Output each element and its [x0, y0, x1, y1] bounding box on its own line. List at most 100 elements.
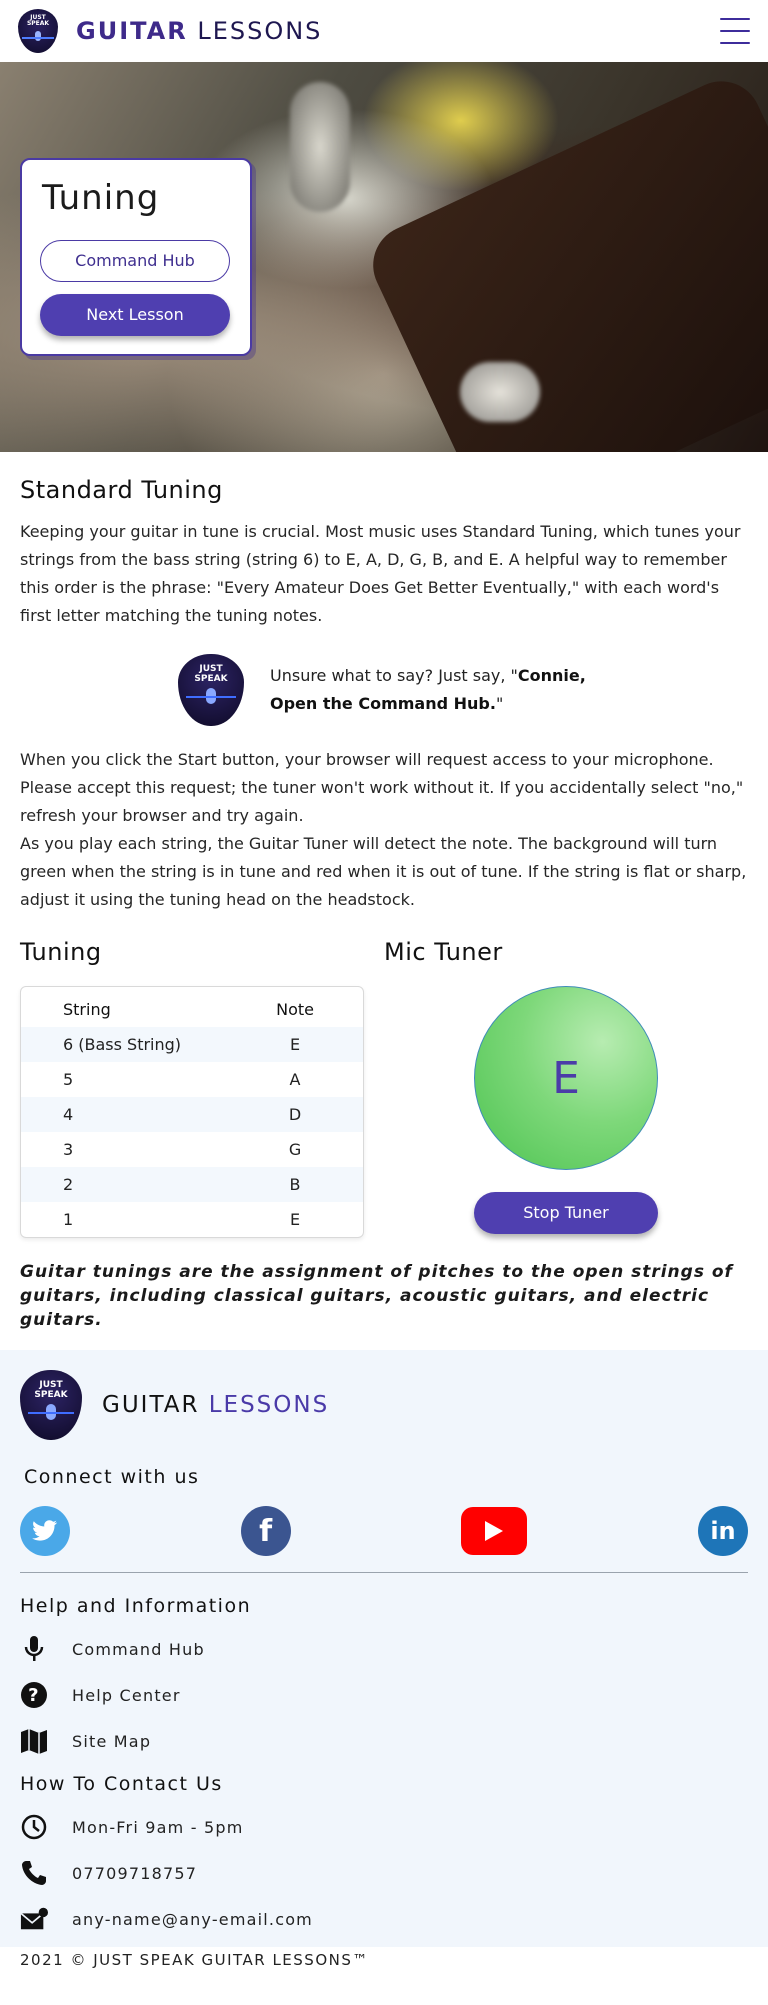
tuner-instructions: As you play each string, the Guitar Tune…: [20, 834, 747, 909]
command-hub-button[interactable]: Command Hub: [40, 240, 230, 282]
stop-tuner-button[interactable]: Stop Tuner: [474, 1192, 658, 1234]
brand-title-guitar: GUITAR: [76, 17, 188, 45]
footer: JUST SPEAK GUITAR LESSONS Connect with u…: [0, 1350, 768, 1987]
string-cell: 5: [63, 1070, 74, 1089]
table-row: 2B: [21, 1167, 363, 1202]
note-cell: D: [288, 1105, 302, 1124]
clock-icon: [20, 1813, 48, 1841]
footer-link-label: Help Center: [72, 1685, 181, 1705]
note-cell: E: [289, 1035, 301, 1054]
microphone-instructions: When you click the Start button, your br…: [20, 750, 744, 825]
email-icon: [20, 1905, 48, 1933]
hero-tuning-peg-image: [290, 82, 350, 212]
logo-text-line2: SPEAK: [26, 20, 50, 27]
string-cell: 2: [63, 1175, 74, 1194]
brand-title: GUITAR LESSONS: [76, 17, 322, 45]
hero-banner: Tuning Command Hub Next Lesson: [0, 62, 768, 452]
facebook-icon[interactable]: f: [240, 1506, 291, 1556]
note-cell: E: [289, 1210, 301, 1229]
tuning-table-column: Tuning String Note 6 (Bass String) E 5A 4…: [20, 938, 364, 1238]
footer-link-command-hub[interactable]: Command Hub: [20, 1635, 748, 1663]
logo-text-line1: JUST: [39, 1380, 63, 1390]
note-cell: G: [288, 1140, 302, 1159]
logo-pick-icon: JUST SPEAK: [18, 9, 58, 53]
voice-tip-text: Unsure what to say? Just say, "Connie, O…: [270, 662, 590, 718]
table-row: 5A: [21, 1062, 363, 1097]
social-links: f in: [20, 1506, 748, 1573]
column-header-string: String: [63, 999, 111, 1019]
help-heading: Help and Information: [20, 1595, 252, 1617]
map-icon: [20, 1727, 48, 1755]
tuning-table: String Note 6 (Bass String) E 5A 4D 3G 2B…: [21, 991, 363, 1237]
question-circle-icon: ?: [20, 1681, 48, 1709]
mic-tuner-heading: Mic Tuner: [384, 938, 503, 966]
standard-tuning-heading: Standard Tuning: [20, 476, 223, 504]
phone-text: 07709718757: [72, 1863, 198, 1883]
contact-phone[interactable]: 07709718757: [20, 1859, 748, 1887]
logo-wave: [186, 696, 236, 698]
tuning-table-heading: Tuning: [20, 938, 102, 966]
string-cell: 4: [63, 1105, 74, 1124]
twitter-icon[interactable]: [20, 1506, 70, 1556]
footer-title-lessons: LESSONS: [208, 1392, 330, 1418]
table-row: 1E: [21, 1202, 363, 1237]
table-header-row: String Note: [21, 991, 363, 1027]
mic-tuner-column: Mic Tuner E Stop Tuner: [384, 938, 748, 1238]
facebook-glyph: f: [259, 1513, 273, 1549]
youtube-play-glyph: [485, 1521, 504, 1541]
contact-email[interactable]: any-name@any-email.com: [20, 1905, 748, 1933]
tuning-definition-note: Guitar tunings are the assignment of pit…: [20, 1262, 733, 1330]
tuner-display: E: [474, 986, 658, 1170]
tuning-section: Tuning String Note 6 (Bass String) E 5A 4…: [20, 938, 748, 1238]
footer-link-site-map[interactable]: Site Map: [20, 1727, 748, 1755]
email-text: any-name@any-email.com: [72, 1909, 313, 1929]
string-cell: 1: [63, 1210, 74, 1229]
linkedin-icon[interactable]: in: [697, 1506, 748, 1556]
main-content: Standard Tuning Keeping your guitar in t…: [0, 452, 768, 1332]
logo-wave: [28, 1412, 74, 1414]
hamburger-line: [720, 30, 750, 32]
logo-wave: [22, 37, 54, 39]
just-speak-logo-icon: JUST SPEAK: [178, 654, 244, 726]
table-row: 3G: [21, 1132, 363, 1167]
youtube-icon[interactable]: [461, 1507, 528, 1555]
string-cell: 6 (Bass String): [63, 1035, 182, 1054]
tuning-table-card: String Note 6 (Bass String) E 5A 4D 3G 2B…: [20, 986, 364, 1238]
microphone-icon: [20, 1635, 48, 1663]
linkedin-glyph: in: [710, 1517, 736, 1545]
note-cell: B: [289, 1175, 301, 1194]
top-bar: JUST SPEAK GUITAR LESSONS: [0, 0, 768, 62]
footer-link-label: Command Hub: [72, 1639, 205, 1659]
hero-guitar-neck-image: [360, 68, 768, 452]
detected-note: E: [552, 1052, 580, 1104]
hamburger-line: [720, 42, 750, 44]
logo-text-line2: SPEAK: [194, 674, 228, 684]
connect-heading: Connect with us: [24, 1466, 200, 1488]
next-lesson-button[interactable]: Next Lesson: [40, 294, 230, 336]
tip-prefix: Unsure what to say? Just say, ": [270, 666, 518, 685]
twitter-bird-glyph: [32, 1520, 57, 1541]
hamburger-line: [720, 18, 750, 20]
svg-text:?: ?: [28, 1685, 40, 1706]
brand-title-lessons: LESSONS: [197, 17, 323, 45]
hours-text: Mon-Fri 9am - 5pm: [72, 1817, 244, 1837]
standard-tuning-paragraph: Keeping your guitar in tune is crucial. …: [20, 522, 741, 625]
contact-heading: How To Contact Us: [20, 1773, 223, 1795]
footer-title-guitar: GUITAR: [102, 1392, 200, 1418]
hamburger-menu-icon[interactable]: [720, 18, 750, 44]
brand[interactable]: JUST SPEAK GUITAR LESSONS: [18, 9, 322, 53]
footer-logo-icon: JUST SPEAK: [20, 1370, 82, 1440]
logo-text-line1: JUST: [199, 664, 223, 674]
hero-card: Tuning Command Hub Next Lesson: [20, 158, 252, 356]
tip-suffix: ": [495, 694, 504, 713]
page-title: Tuning: [42, 178, 160, 218]
note-cell: A: [289, 1070, 301, 1089]
column-header-note: Note: [276, 999, 314, 1019]
footer-brand-title: GUITAR LESSONS: [102, 1392, 329, 1418]
copyright-text: 2021 © JUST SPEAK GUITAR LESSONS™: [20, 1951, 369, 1969]
phone-icon: [20, 1859, 48, 1887]
footer-link-label: Site Map: [72, 1731, 152, 1751]
mic-tuner: E Stop Tuner: [384, 986, 748, 1234]
footer-link-help-center[interactable]: ? Help Center: [20, 1681, 748, 1709]
footer-brand[interactable]: JUST SPEAK GUITAR LESSONS: [20, 1370, 748, 1440]
